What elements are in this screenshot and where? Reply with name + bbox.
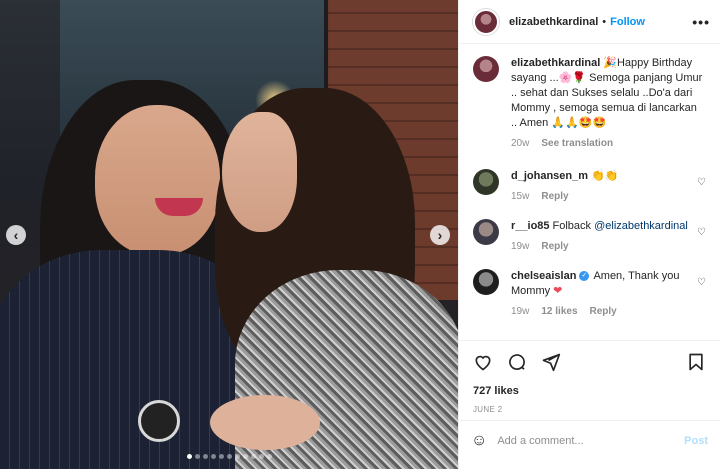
- comment-time[interactable]: 19w: [511, 304, 529, 319]
- carousel-dot: [202, 454, 208, 459]
- avatar[interactable]: [473, 269, 499, 295]
- heart-icon[interactable]: ♡: [697, 177, 706, 188]
- carousel-dot: [226, 454, 232, 459]
- carousel-dot: [194, 454, 200, 459]
- person-right-face: [222, 112, 297, 232]
- post-button[interactable]: Post: [684, 435, 708, 447]
- follow-button[interactable]: Follow: [610, 16, 645, 28]
- list-item: chelseaislan ✓ Amen, Thank you Mommy ❤ 19w…: [473, 269, 706, 319]
- more-options-icon[interactable]: •••: [692, 14, 710, 30]
- comment-likes[interactable]: 12 likes: [541, 304, 577, 319]
- carousel-dots: [0, 454, 458, 459]
- header-separator: •: [602, 15, 607, 28]
- post-header: elizabethkardinal • Follow •••: [459, 0, 720, 44]
- share-icon[interactable]: [541, 352, 561, 375]
- action-icons: [473, 351, 706, 375]
- necklace-pendant: [138, 400, 180, 442]
- avatar[interactable]: [473, 8, 499, 35]
- avatar[interactable]: [473, 169, 499, 195]
- list-item: r__io85 Folback @elizabethkardinal 19w Re…: [473, 219, 706, 254]
- comments-list[interactable]: elizabethkardinal 🎉Happy Birthday sayang …: [459, 44, 720, 340]
- heart-icon[interactable]: [473, 352, 493, 375]
- chevron-left-icon[interactable]: ‹: [6, 225, 26, 245]
- comment-username[interactable]: r__io85: [511, 220, 550, 232]
- carousel-dot: [242, 454, 248, 459]
- carousel-dot: [218, 454, 224, 459]
- see-translation-button[interactable]: See translation: [541, 136, 613, 151]
- comment-text: 👏👏: [591, 170, 619, 182]
- reply-button[interactable]: Reply: [590, 304, 617, 319]
- hand: [210, 395, 320, 450]
- comment-username[interactable]: chelseaislan: [511, 270, 576, 282]
- person-left-face: [95, 105, 220, 255]
- carousel-dot: [266, 454, 272, 459]
- verified-icon: ✓: [579, 271, 590, 282]
- smile-icon[interactable]: ☺: [471, 432, 487, 450]
- list-item: d_johansen_m 👏👏 15w Reply ♡: [473, 169, 706, 204]
- carousel-dot: [210, 454, 216, 459]
- comment-mention-link[interactable]: @elizabethkardinal: [594, 220, 688, 232]
- avatar[interactable]: [473, 56, 499, 82]
- heart-icon[interactable]: ♡: [697, 277, 706, 288]
- comment-text: Folback: [552, 220, 595, 232]
- post-caption: elizabethkardinal 🎉Happy Birthday sayang …: [473, 56, 706, 151]
- carousel-dot: [186, 454, 192, 459]
- caption-time[interactable]: 20w: [511, 136, 529, 151]
- add-comment-bar: ☺ Post: [459, 420, 720, 460]
- reply-button[interactable]: Reply: [541, 239, 568, 254]
- caption-username[interactable]: elizabethkardinal: [511, 57, 600, 69]
- carousel-dot: [234, 454, 240, 459]
- bookmark-icon[interactable]: [686, 352, 706, 375]
- post-sidebar: elizabethkardinal • Follow ••• elizabeth…: [458, 0, 720, 469]
- comment-time[interactable]: 15w: [511, 189, 529, 204]
- comment-time[interactable]: 19w: [511, 239, 529, 254]
- chevron-right-icon[interactable]: ›: [430, 225, 450, 245]
- carousel-dot: [250, 454, 256, 459]
- post-photo[interactable]: ‹ ›: [0, 0, 458, 469]
- reply-button[interactable]: Reply: [541, 189, 568, 204]
- likes-count[interactable]: 727 likes: [473, 385, 706, 397]
- comment-username[interactable]: d_johansen_m: [511, 170, 588, 182]
- comment-input[interactable]: [497, 434, 685, 447]
- carousel-dot: [258, 454, 264, 459]
- comment-icon[interactable]: [507, 352, 527, 375]
- post-actions: 727 likes JUNE 2 ☺ Post: [459, 340, 720, 460]
- heart-icon[interactable]: ♡: [697, 227, 706, 238]
- heart-emoji: ❤: [553, 285, 563, 297]
- avatar[interactable]: [473, 219, 499, 245]
- post-date[interactable]: JUNE 2: [473, 405, 706, 414]
- header-username[interactable]: elizabethkardinal: [509, 16, 598, 28]
